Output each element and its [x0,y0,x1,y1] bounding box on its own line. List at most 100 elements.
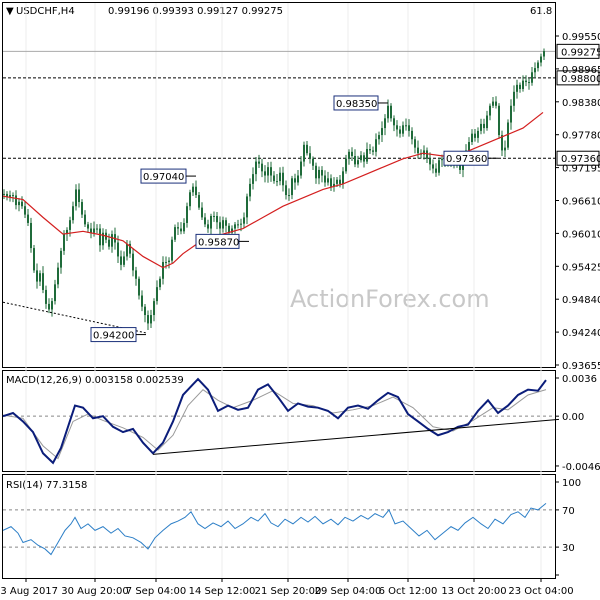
candle-body [201,207,203,218]
candle-body [432,164,434,169]
candle-body [135,270,137,279]
candle-body [411,130,413,140]
candle-body [300,161,302,176]
rsi-tick-label: 30 [562,543,575,554]
candle-body [537,62,539,69]
candle-body [159,278,161,288]
candle-body [93,228,95,233]
time-tick-label: 23 Oct 04:00 [508,586,573,597]
candle-body [327,178,329,183]
candle-body [81,202,83,215]
candle-body [198,195,200,208]
candle-body [513,91,515,106]
time-tick-label: 13 Oct 20:00 [441,586,506,597]
candle-body [270,167,272,176]
watermark: ActionForex.com [290,285,490,313]
candle-body [369,149,371,151]
price-tick-label: 0.99550 [562,32,600,43]
price-tick-label: 0.94840 [562,295,600,306]
candle-body [216,215,218,223]
candle-body [240,223,242,225]
candle-body [528,82,530,84]
candle-body [264,171,266,176]
candle-body [378,135,380,140]
candle-body [303,144,305,162]
candle-body [150,315,152,324]
candle-body [504,147,506,151]
candle-body [39,273,41,282]
candle-body [483,123,485,129]
price-tick-label: 0.95425 [562,262,600,273]
candle-body [234,224,236,229]
candle-body [168,260,170,263]
candle-body [357,160,359,165]
candle-body [387,105,389,119]
header-arrow: ▼ [6,6,14,17]
candle-body [165,262,167,264]
candle-body [282,172,284,186]
candle-body [258,161,260,164]
candle-body [399,129,401,134]
candle-body [90,228,92,233]
annotation-label: 0.97360 [446,154,487,165]
candle-body [267,167,269,176]
candle-body [141,295,143,307]
candle-body [60,250,62,268]
candle-body [45,289,47,304]
candle-body [12,195,14,197]
candle-body [291,178,293,196]
rsi-tick-label: 100 [562,478,581,489]
price-tick-label: 0.97780 [562,131,600,142]
macd-tick-label: 0.0036 [562,374,597,385]
candle-body [96,228,98,230]
candle-body [426,150,428,159]
candle-body [162,262,164,279]
time-tick-label: 21 Sep 20:00 [255,586,322,597]
candle-body [366,149,368,162]
price-tick-label: 0.93655 [562,361,600,372]
candle-body [117,242,119,257]
candle-body [273,175,275,182]
candle-body [237,224,239,226]
candle-body [75,189,77,207]
candle-body [36,270,38,282]
candle-body [339,179,341,184]
candle-body [468,142,470,151]
candle-body [405,125,407,127]
candle-body [207,224,209,229]
candle-body [174,227,176,240]
candle-body [381,128,383,136]
candle-body [72,206,74,221]
candle-body [312,158,314,166]
candle-body [435,168,437,173]
candle-body [252,174,254,184]
candle-body [372,150,374,152]
header-ohlc: 0.99196 0.99393 0.99127 0.99275 [108,6,283,17]
candle-body [42,273,44,290]
candle-body [315,165,317,179]
candle-body [87,224,89,229]
candle-body [33,248,35,271]
candle-body [441,158,443,161]
candle-body [396,125,398,130]
candle-body [225,220,227,226]
annotation-label: 0.95870 [198,237,239,248]
candle-body [276,181,278,183]
candle-body [153,301,155,316]
annotation-label: 0.94200 [93,331,134,342]
candle-body [489,105,491,116]
candle-body [543,51,545,57]
price-tick-label: 0.98380 [562,98,600,109]
candle-body [390,105,392,119]
annotation-label: 0.97040 [143,172,184,183]
candle-body [222,220,224,229]
candle-body [84,214,86,225]
macd-title: MACD(12,26,9) 0.003158 0.002539 [6,375,184,386]
candle-body [336,179,338,184]
candle-body [183,222,185,232]
candle-body [195,186,197,196]
candle-body [78,189,80,203]
candle-body [69,220,71,230]
candle-body [534,68,536,73]
candle-body [330,178,332,187]
